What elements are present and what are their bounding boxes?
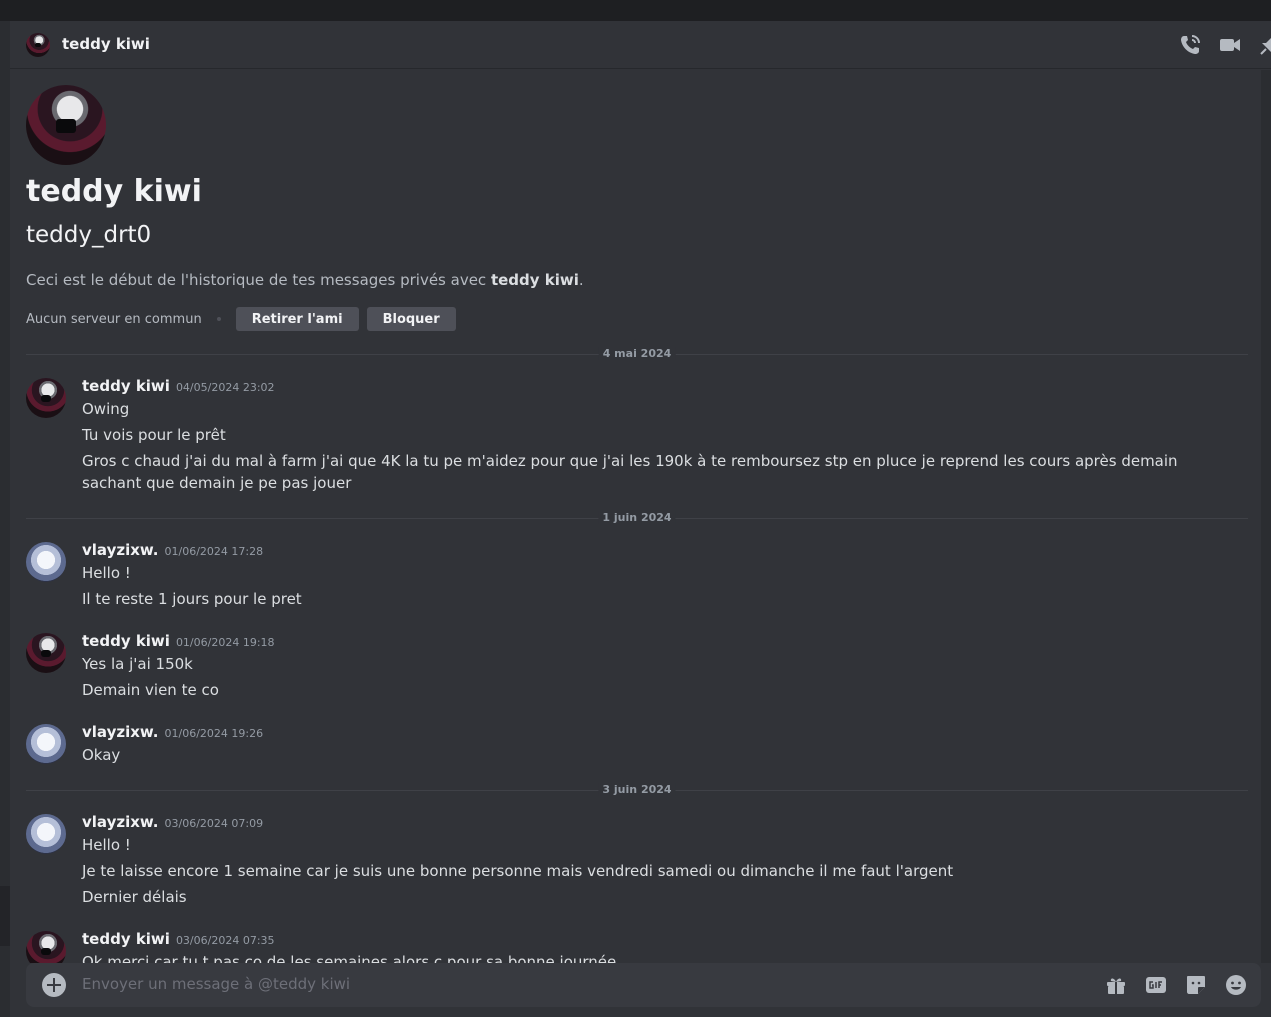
message-body: Hello ! Il te reste 1 jours pour le pret [82, 562, 1212, 614]
message-header: vlayzixw. 01/06/2024 19:26 [82, 722, 263, 741]
message-text: Dernier délais [82, 888, 187, 906]
dm-intro-prefix: Ceci est le début de l'historique de tes… [26, 271, 491, 289]
message-avatar[interactable] [26, 814, 66, 854]
message-body: Okay [82, 744, 1212, 770]
sidebar-edge-panel [0, 886, 10, 946]
message-text: Demain vien te co [82, 681, 219, 699]
dm-intro-name: teddy kiwi [490, 271, 579, 289]
message-author[interactable]: teddy kiwi [82, 377, 170, 395]
message-text: Gros c chaud j'ai du mal à farm j'ai que… [82, 452, 1178, 492]
emoji-icon[interactable] [1224, 973, 1248, 997]
date-divider-label: 4 mai 2024 [598, 347, 676, 360]
profile-display-name: teddy kiwi [26, 174, 202, 209]
message-header: teddy kiwi 03/06/2024 07:35 [82, 929, 275, 948]
dm-intro-text: Ceci est le début de l'historique de tes… [26, 271, 584, 289]
message-author[interactable]: vlayzixw. [82, 541, 159, 559]
message-author[interactable]: vlayzixw. [82, 813, 159, 831]
message-text: Tu vois pour le prêt [82, 426, 226, 444]
profile-actions: Aucun serveur en commun Retirer l'ami Bl… [26, 307, 456, 331]
sidebar-edge [0, 21, 10, 1017]
profile-username: teddy_drt0 [26, 222, 152, 248]
dm-intro-suffix: . [578, 271, 584, 289]
message-text: Yes la j'ai 150k [82, 655, 193, 673]
sticker-icon[interactable] [1184, 973, 1208, 997]
dm-header: teddy kiwi [10, 21, 1271, 69]
message-header: vlayzixw. 03/06/2024 07:09 [82, 812, 263, 831]
message-header: vlayzixw. 01/06/2024 17:28 [82, 540, 263, 559]
message-timestamp: 03/06/2024 07:35 [175, 934, 275, 947]
message-timestamp: 01/06/2024 17:28 [164, 545, 264, 558]
separator-dot [216, 317, 221, 321]
message-avatar[interactable] [26, 542, 66, 582]
message-body: Yes la j'ai 150k Demain vien te co [82, 653, 1212, 705]
video-call-icon[interactable] [1218, 33, 1242, 57]
message-author[interactable]: teddy kiwi [82, 632, 170, 650]
message-composer: Envoyer un message à @teddy kiwi [26, 963, 1261, 1007]
message-avatar[interactable] [26, 724, 66, 764]
message-author[interactable]: teddy kiwi [82, 930, 170, 948]
attach-plus-icon[interactable] [42, 973, 66, 997]
message-avatar[interactable] [26, 378, 66, 418]
message-text: Je te laisse encore 1 semaine car je sui… [82, 862, 954, 880]
voice-call-icon[interactable] [1178, 33, 1202, 57]
message-header: teddy kiwi 01/06/2024 19:18 [82, 631, 275, 650]
message-timestamp: 01/06/2024 19:26 [164, 727, 264, 740]
message-avatar[interactable] [26, 931, 66, 963]
date-divider: 4 mai 2024 [26, 347, 1248, 360]
date-divider: 1 juin 2024 [26, 511, 1248, 524]
message-body: Ok merci car tu t pas co de les semaines… [82, 951, 1212, 963]
message-text: Ok merci car tu t pas co de les semaines… [82, 953, 617, 963]
remove-friend-button[interactable]: Retirer l'ami [235, 307, 359, 331]
message-text: Owing [82, 400, 130, 418]
message-text: Hello ! [82, 564, 131, 582]
no-common-servers: Aucun serveur en commun [26, 311, 202, 327]
message-list[interactable]: teddy kiwi teddy_drt0 Ceci est le début … [10, 70, 1261, 963]
message-timestamp: 03/06/2024 07:09 [164, 817, 264, 830]
message-text: Hello ! [82, 836, 131, 854]
message-body: Owing Tu vois pour le prêt Gros c chaud … [82, 398, 1212, 498]
message-text: Il te reste 1 jours pour le pret [82, 590, 302, 608]
message-avatar[interactable] [26, 633, 66, 673]
profile-avatar[interactable] [26, 85, 106, 165]
date-divider: 3 juin 2024 [26, 783, 1248, 796]
message-text: Okay [82, 746, 121, 764]
header-name[interactable]: teddy kiwi [62, 35, 150, 53]
message-author[interactable]: vlayzixw. [82, 723, 159, 741]
message-timestamp: 04/05/2024 23:02 [175, 381, 275, 394]
date-divider-label: 3 juin 2024 [598, 783, 676, 796]
gift-icon[interactable] [1104, 973, 1128, 997]
message-timestamp: 01/06/2024 19:18 [175, 636, 275, 649]
message-header: teddy kiwi 04/05/2024 23:02 [82, 376, 275, 395]
pin-icon[interactable] [1258, 33, 1271, 57]
message-body: Hello ! Je te laisse encore 1 semaine ca… [82, 834, 1212, 912]
gif-icon[interactable] [1144, 973, 1168, 997]
block-button[interactable]: Bloquer [366, 307, 456, 331]
message-input[interactable]: Envoyer un message à @teddy kiwi [82, 975, 350, 993]
header-avatar[interactable] [26, 33, 50, 57]
window-top-strip [0, 0, 1271, 21]
date-divider-label: 1 juin 2024 [598, 511, 676, 524]
scrollbar[interactable] [1261, 70, 1271, 963]
